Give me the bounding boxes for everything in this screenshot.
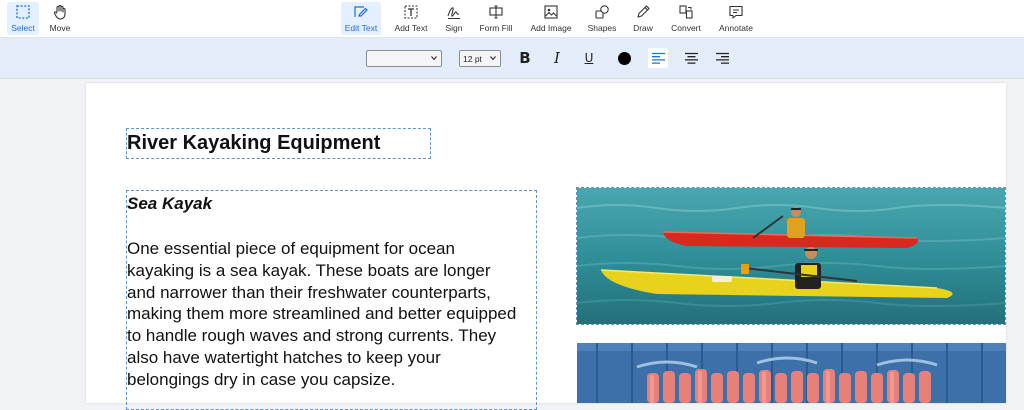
annotate-tool-label: Annotate <box>718 23 754 33</box>
document-title: River Kayaking Equipment <box>127 132 381 154</box>
shapes-tool-button[interactable]: Shapes <box>587 2 617 35</box>
hand-icon <box>53 4 66 20</box>
select-tool-label: Select <box>11 23 35 33</box>
chevron-down-icon <box>490 56 496 61</box>
select-tool-button[interactable]: Select <box>7 2 39 35</box>
convert-tool-button[interactable]: Convert <box>669 2 703 35</box>
font-size-select[interactable]: 12 pt <box>459 50 501 67</box>
shapes-tool-label: Shapes <box>587 23 617 33</box>
paragraph-line: and narrower than their freshwater count… <box>127 282 491 302</box>
kayak-rack-photo[interactable] <box>577 343 1006 403</box>
add-image-tool-button[interactable]: Add Image <box>529 2 573 35</box>
select-icon <box>16 5 30 19</box>
form-fill-icon <box>489 5 503 19</box>
kayakers-on-water-image <box>577 188 1005 324</box>
text-format-bar: 12 pt B I U <box>0 38 1024 79</box>
edit-text-tool-label: Edit Text <box>344 23 378 33</box>
draw-tool-label: Draw <box>633 23 653 33</box>
edit-text-icon <box>354 6 368 17</box>
form-fill-tool-button[interactable]: Form Fill <box>478 2 514 35</box>
move-tool-label: Move <box>49 23 71 33</box>
form-fill-tool-label: Form Fill <box>479 23 513 33</box>
align-left-button[interactable] <box>648 48 668 68</box>
convert-tool-label: Convert <box>671 23 701 33</box>
align-right-icon <box>715 52 729 64</box>
convert-icon <box>679 5 693 19</box>
bold-button[interactable]: B <box>515 48 535 68</box>
image-icon <box>544 5 558 19</box>
underline-button[interactable]: U <box>579 48 599 68</box>
annotate-tool-button[interactable]: Annotate <box>717 2 755 35</box>
sign-tool-button[interactable]: Sign <box>442 2 466 35</box>
paragraph-line: to handle rough waves and strong current… <box>127 326 497 346</box>
paragraph-line: belongings dry in case you capsize. <box>127 369 396 389</box>
move-tool-button[interactable]: Move <box>46 2 74 35</box>
document-page: River Kayaking Equipment Sea Kayak One e… <box>86 83 1006 410</box>
kayak-rack-image <box>577 343 1006 403</box>
font-size-value: 12 pt <box>463 53 482 64</box>
body-text-box[interactable]: Sea Kayak One essential piece of equipme… <box>126 190 537 410</box>
align-center-icon <box>684 52 698 64</box>
pencil-icon <box>637 5 650 18</box>
italic-button[interactable]: I <box>547 48 567 68</box>
align-right-button[interactable] <box>712 48 732 68</box>
signature-icon <box>447 7 460 19</box>
edit-text-tool-button[interactable]: Edit Text <box>341 2 381 35</box>
text-color-button[interactable] <box>614 48 634 68</box>
text-color-swatch <box>617 51 631 65</box>
add-image-tool-label: Add Image <box>530 23 572 33</box>
align-center-button[interactable] <box>681 48 701 68</box>
sign-tool-label: Sign <box>445 23 463 33</box>
add-text-icon <box>404 5 418 19</box>
title-text-box[interactable]: River Kayaking Equipment <box>126 128 431 159</box>
body-paragraph: One essential piece of equipment for oce… <box>127 238 547 391</box>
font-family-select[interactable] <box>366 50 442 67</box>
add-text-tool-label: Add Text <box>394 23 428 33</box>
kayak-photo[interactable] <box>576 187 1006 325</box>
shapes-icon <box>595 5 609 19</box>
add-text-tool-button[interactable]: Add Text <box>392 2 430 35</box>
main-toolbar: Select Move Edit Text Add Text Sign Form… <box>0 0 1024 38</box>
comment-icon <box>729 5 743 19</box>
section-title: Sea Kayak <box>127 194 213 213</box>
draw-tool-button[interactable]: Draw <box>632 2 654 35</box>
paragraph-line: One essential piece of equipment for oce… <box>127 239 455 258</box>
paragraph-line: kayaking is a sea kayak. These boats are… <box>127 260 491 280</box>
paragraph-line: also have watertight hatches to keep you… <box>127 347 441 367</box>
align-left-icon <box>651 52 665 64</box>
paragraph-line: making them more streamlined and better … <box>127 304 517 324</box>
chevron-down-icon <box>431 56 437 61</box>
